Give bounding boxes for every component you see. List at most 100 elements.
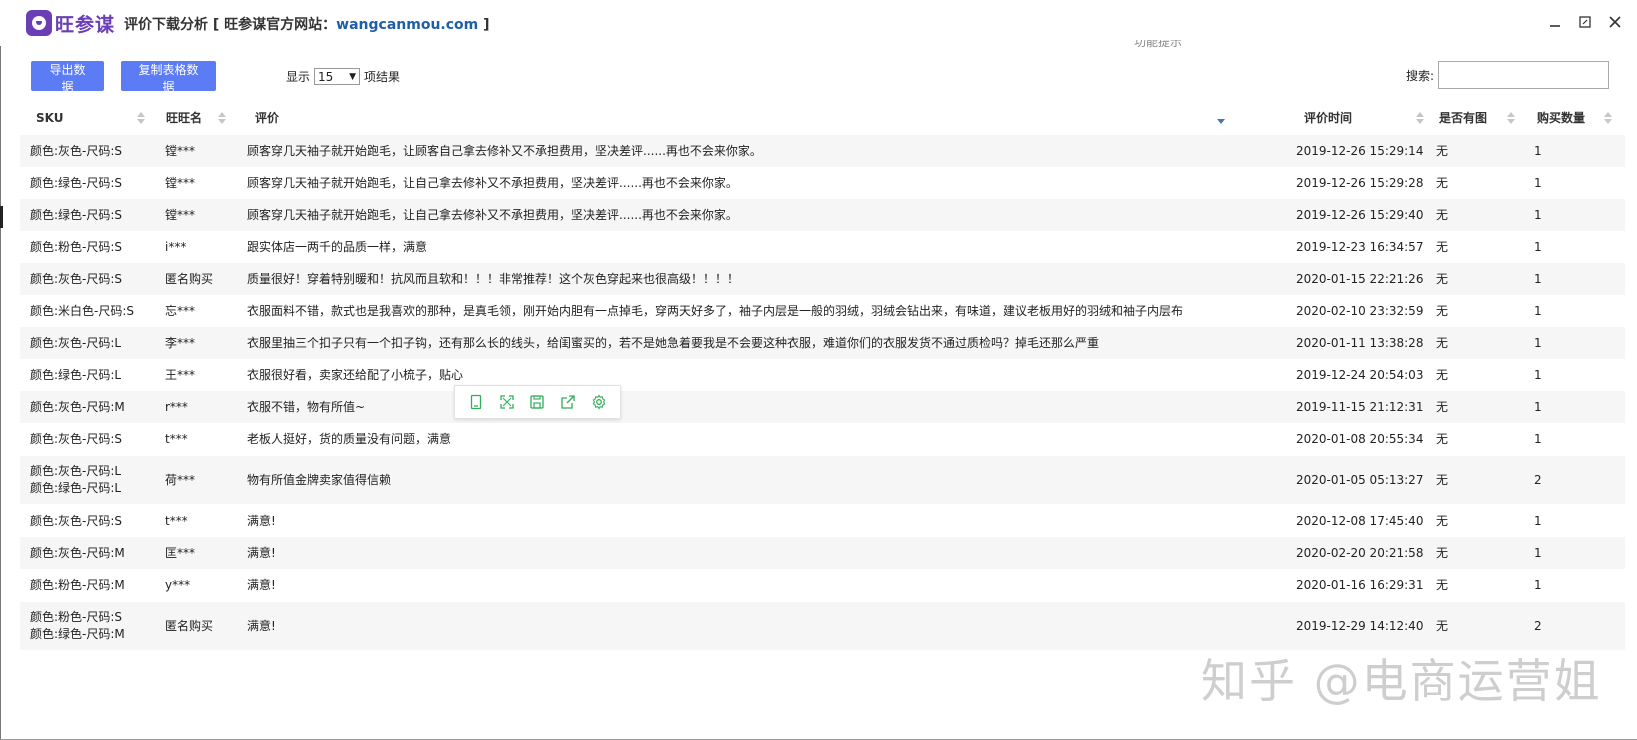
sort-qty-icon[interactable] bbox=[1604, 112, 1612, 124]
row-sku: 颜色:粉色-尺码:S bbox=[30, 239, 122, 256]
sku-line: 颜色:灰色-尺码:S bbox=[30, 432, 123, 446]
row-review: 跟实体店一两千的品质一样，满意 bbox=[247, 240, 428, 254]
sort-sku-icon[interactable] bbox=[137, 112, 145, 124]
table-row[interactable]: 颜色:灰色-尺码:M 匡*** 满意! 2020-02-20 20:21:58 无 1 bbox=[20, 537, 1625, 569]
expand-icon[interactable] bbox=[498, 393, 516, 411]
row-review: 顾客穿几天袖子就开始跑毛，让顾客自己拿去修补又不承担费用，坚决差评......再… bbox=[247, 144, 762, 158]
sku-line: 颜色:灰色-尺码:S bbox=[30, 514, 123, 528]
row-time: 2020-01-11 13:38:28 bbox=[1296, 336, 1424, 350]
row-qty: 1 bbox=[1534, 400, 1542, 414]
share-icon[interactable] bbox=[559, 393, 577, 411]
row-has-image: 无 bbox=[1436, 514, 1449, 528]
header-pic[interactable]: 是否有图 bbox=[1439, 101, 1487, 135]
row-has-image: 无 bbox=[1436, 304, 1449, 318]
save-icon[interactable] bbox=[528, 393, 546, 411]
row-time: 2019-12-26 15:29:40 bbox=[1296, 208, 1424, 222]
sku-line: 颜色:灰色-尺码:M bbox=[30, 400, 125, 414]
row-name: y*** bbox=[165, 578, 191, 592]
sort-name-icon[interactable] bbox=[218, 112, 226, 124]
table-row[interactable]: 颜色:粉色-尺码:M y*** 满意! 2020-01-16 16:29:31 无 1 bbox=[20, 569, 1625, 601]
row-name: 匡*** bbox=[165, 546, 196, 560]
header-qty[interactable]: 购买数量 bbox=[1537, 101, 1585, 135]
export-data-button[interactable]: 导出数据 bbox=[31, 61, 104, 94]
row-qty: 1 bbox=[1534, 176, 1542, 190]
settings-icon[interactable] bbox=[590, 393, 608, 411]
sort-time-icon[interactable] bbox=[1416, 112, 1424, 124]
row-qty: 1 bbox=[1534, 546, 1542, 560]
brand-name: 旺参谋 bbox=[55, 13, 116, 36]
minimize-icon[interactable] bbox=[1547, 14, 1563, 30]
row-time: 2019-12-26 15:29:14 bbox=[1296, 144, 1424, 158]
sku-line: 颜色:绿色-尺码:L bbox=[30, 481, 122, 495]
sort-pic-icon[interactable] bbox=[1507, 112, 1515, 124]
row-qty: 1 bbox=[1534, 432, 1542, 446]
feature-hint-label: 功能提示 bbox=[1134, 40, 1183, 49]
row-sku: 颜色:灰色-尺码:M bbox=[30, 399, 125, 416]
table-row[interactable]: 颜色:灰色-尺码:L 颜色:绿色-尺码:L 荷*** 物有所值金牌卖家值得信赖 2020… bbox=[20, 456, 1625, 504]
row-name: r*** bbox=[165, 400, 188, 414]
app-title: 评价下载分析 bbox=[124, 17, 208, 33]
table-row[interactable]: 颜色:绿色-尺码:S 镗*** 顾客穿几天袖子就开始跑毛，让自己拿去修补又不承担费用… bbox=[20, 199, 1625, 231]
table-row[interactable]: 颜色:灰色-尺码:S 匿名购买 质量很好！穿着特别暖和！抗风而且软和！！！非常推荐！… bbox=[20, 263, 1625, 295]
row-name: 匿名购买 bbox=[165, 619, 214, 633]
row-review: 衣服面料不错，款式也是我喜欢的那种，是真毛领，刚开始内胆有一点掉毛，穿两天好多了… bbox=[247, 304, 1184, 318]
page-size-value: 15 bbox=[318, 69, 334, 84]
header-time[interactable]: 评价时间 bbox=[1304, 101, 1352, 135]
header-sku[interactable]: SKU bbox=[36, 101, 63, 135]
row-time: 2020-02-10 23:32:59 bbox=[1296, 304, 1424, 318]
row-name: 镗*** bbox=[165, 208, 196, 222]
sku-line: 颜色:粉色-尺码:S bbox=[30, 240, 123, 254]
header-name[interactable]: 旺旺名 bbox=[166, 101, 202, 135]
row-name: 镗*** bbox=[165, 176, 196, 190]
row-review: 衣服很好看，卖家还给配了小梳子，贴心 bbox=[247, 368, 464, 382]
sku-line: 颜色:绿色-尺码:M bbox=[30, 627, 125, 641]
row-name: 李*** bbox=[165, 336, 196, 350]
watermark: 知乎 @电商运营姐 bbox=[1201, 654, 1602, 708]
row-time: 2020-02-20 20:21:58 bbox=[1296, 546, 1424, 560]
row-has-image: 无 bbox=[1436, 368, 1449, 382]
sort-review-icon[interactable] bbox=[1217, 112, 1225, 124]
table-header: SKU 旺旺名 评价 评价时间 是否有图 购买数量 bbox=[20, 101, 1625, 139]
row-qty: 2 bbox=[1534, 619, 1542, 633]
table-row[interactable]: 颜色:灰色-尺码:S t*** 满意! 2020-12-08 17:45:40 无 1 bbox=[20, 505, 1625, 537]
search-input[interactable] bbox=[1438, 61, 1610, 89]
dropdown-caret-icon: ▼ bbox=[349, 71, 357, 82]
row-time: 2020-12-08 17:45:40 bbox=[1296, 514, 1424, 528]
site-url-link[interactable]: wangcanmou.com bbox=[336, 17, 478, 33]
search-label: 搜索: bbox=[1406, 68, 1435, 83]
sku-line: 颜色:米白色-尺码:S bbox=[30, 304, 135, 318]
table-row[interactable]: 颜色:绿色-尺码:L 王*** 衣服很好看，卖家还给配了小梳子，贴心 2019-12-… bbox=[20, 359, 1625, 391]
row-qty: 2 bbox=[1534, 473, 1542, 487]
page-size-select[interactable]: 15 ▼ bbox=[314, 68, 361, 85]
row-sku: 颜色:绿色-尺码:L bbox=[30, 367, 121, 384]
close-icon[interactable] bbox=[1607, 14, 1623, 30]
row-sku: 颜色:绿色-尺码:S bbox=[30, 175, 122, 192]
row-has-image: 无 bbox=[1436, 336, 1449, 350]
row-qty: 1 bbox=[1534, 208, 1542, 222]
row-review: 衣服不错，物有所值~ bbox=[247, 400, 366, 414]
sku-line: 颜色:绿色-尺码:L bbox=[30, 368, 122, 382]
row-has-image: 无 bbox=[1436, 240, 1449, 254]
table-row[interactable]: 颜色:粉色-尺码:S 颜色:绿色-尺码:M 匿名购买 满意! 2019-12-29 14… bbox=[20, 602, 1625, 650]
row-name: i*** bbox=[165, 240, 187, 254]
header-review[interactable]: 评价 bbox=[255, 101, 279, 135]
copy-table-button[interactable]: 复制表格数据 bbox=[121, 61, 216, 94]
table-row[interactable]: 颜色:粉色-尺码:S i*** 跟实体店一两千的品质一样，满意 2019-12-23 … bbox=[20, 231, 1625, 263]
table-row[interactable]: 颜色:灰色-尺码:S 镗*** 顾客穿几天袖子就开始跑毛，让顾客自己拿去修补又不承担… bbox=[20, 135, 1625, 167]
maximize-icon[interactable] bbox=[1577, 14, 1593, 30]
row-qty: 1 bbox=[1534, 514, 1542, 528]
row-qty: 1 bbox=[1534, 368, 1542, 382]
table-row[interactable]: 颜色:灰色-尺码:M r*** 衣服不错，物有所值~ 2019-11-15 21:12… bbox=[20, 391, 1625, 423]
table-row[interactable]: 颜色:灰色-尺码:S t*** 老板人挺好，货的质量没有问题，满意 2020-01-0… bbox=[20, 423, 1625, 455]
table-row[interactable]: 颜色:灰色-尺码:L 李*** 衣服里抽三个扣子只有一个扣子钩，还有那么长的线头，给… bbox=[20, 327, 1625, 359]
table-row[interactable]: 颜色:米白色-尺码:S 忘*** 衣服面料不错，款式也是我喜欢的那种，是真毛领，刚开… bbox=[20, 295, 1625, 327]
sku-line: 颜色:粉色-尺码:M bbox=[30, 578, 125, 592]
sku-line: 颜色:绿色-尺码:S bbox=[30, 208, 123, 222]
table-row[interactable]: 颜色:绿色-尺码:S 镗*** 顾客穿几天袖子就开始跑毛，让自己拿去修补又不承担费用… bbox=[20, 167, 1625, 199]
row-has-image: 无 bbox=[1436, 432, 1449, 446]
sku-line: 颜色:灰色-尺码:L bbox=[30, 336, 122, 350]
row-review: 满意! bbox=[247, 619, 276, 633]
phone-icon[interactable] bbox=[467, 393, 485, 411]
row-has-image: 无 bbox=[1436, 400, 1449, 414]
sku-line: 颜色:灰色-尺码:M bbox=[30, 546, 125, 560]
